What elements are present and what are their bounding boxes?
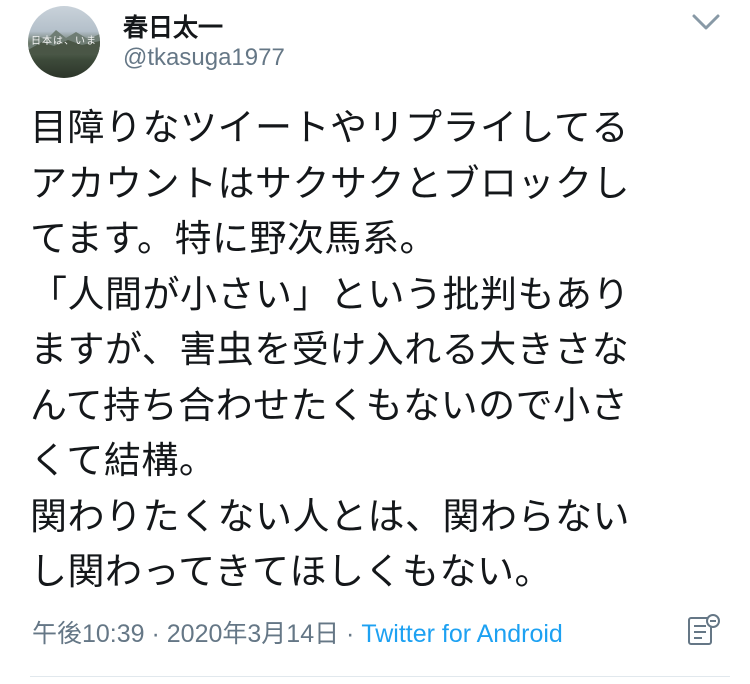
tweet-text-line: てます。特に野次馬系。: [30, 217, 437, 260]
divider: [30, 676, 730, 677]
tweet-text-line: 「人間が小さい」という批判もあり: [30, 272, 630, 316]
user-handle[interactable]: @tkasuga1977: [123, 44, 285, 72]
tweet-text-line: 目障りなツイートやリプライしてる: [30, 106, 629, 149]
tweet-time[interactable]: 午後10:39: [32, 620, 145, 648]
analytics-icon[interactable]: [686, 612, 722, 648]
tweet-date[interactable]: 2020年3月14日: [167, 620, 339, 648]
tweet-text: 目障りなツイートやリプライしてる アカウントはサクサクとブロックし てます。特に…: [30, 100, 730, 600]
tweet: 日本は、いま 春日太一 @tkasuga1977 目障りなツイートやリプライして…: [0, 0, 750, 684]
meta-separator: ·: [144, 620, 167, 648]
chevron-down-icon[interactable]: [690, 10, 722, 34]
tweet-text-line: し関わってきてほしくもない。: [30, 550, 553, 593]
meta-separator: ·: [339, 620, 362, 648]
tweet-text-line: アカウントはサクサクとブロックし: [30, 161, 630, 205]
tweet-text-line: んて持ち合わせたくもないので小さ: [30, 383, 629, 427]
avatar-text: 日本は、いま: [31, 36, 97, 47]
display-name[interactable]: 春日太一: [123, 8, 223, 44]
tweet-text-line: くて結構。: [30, 439, 217, 482]
avatar[interactable]: 日本は、いま: [28, 6, 100, 78]
tweet-source-link[interactable]: Twitter for Android: [361, 620, 562, 648]
tweet-text-line: 関わりたくない人とは、関わらない: [30, 494, 630, 538]
tweet-meta: 午後10:39 · 2020年3月14日 · Twitter for Andro…: [32, 614, 563, 650]
tweet-text-line: ますが、害虫を受け入れる大きさな: [30, 328, 630, 371]
